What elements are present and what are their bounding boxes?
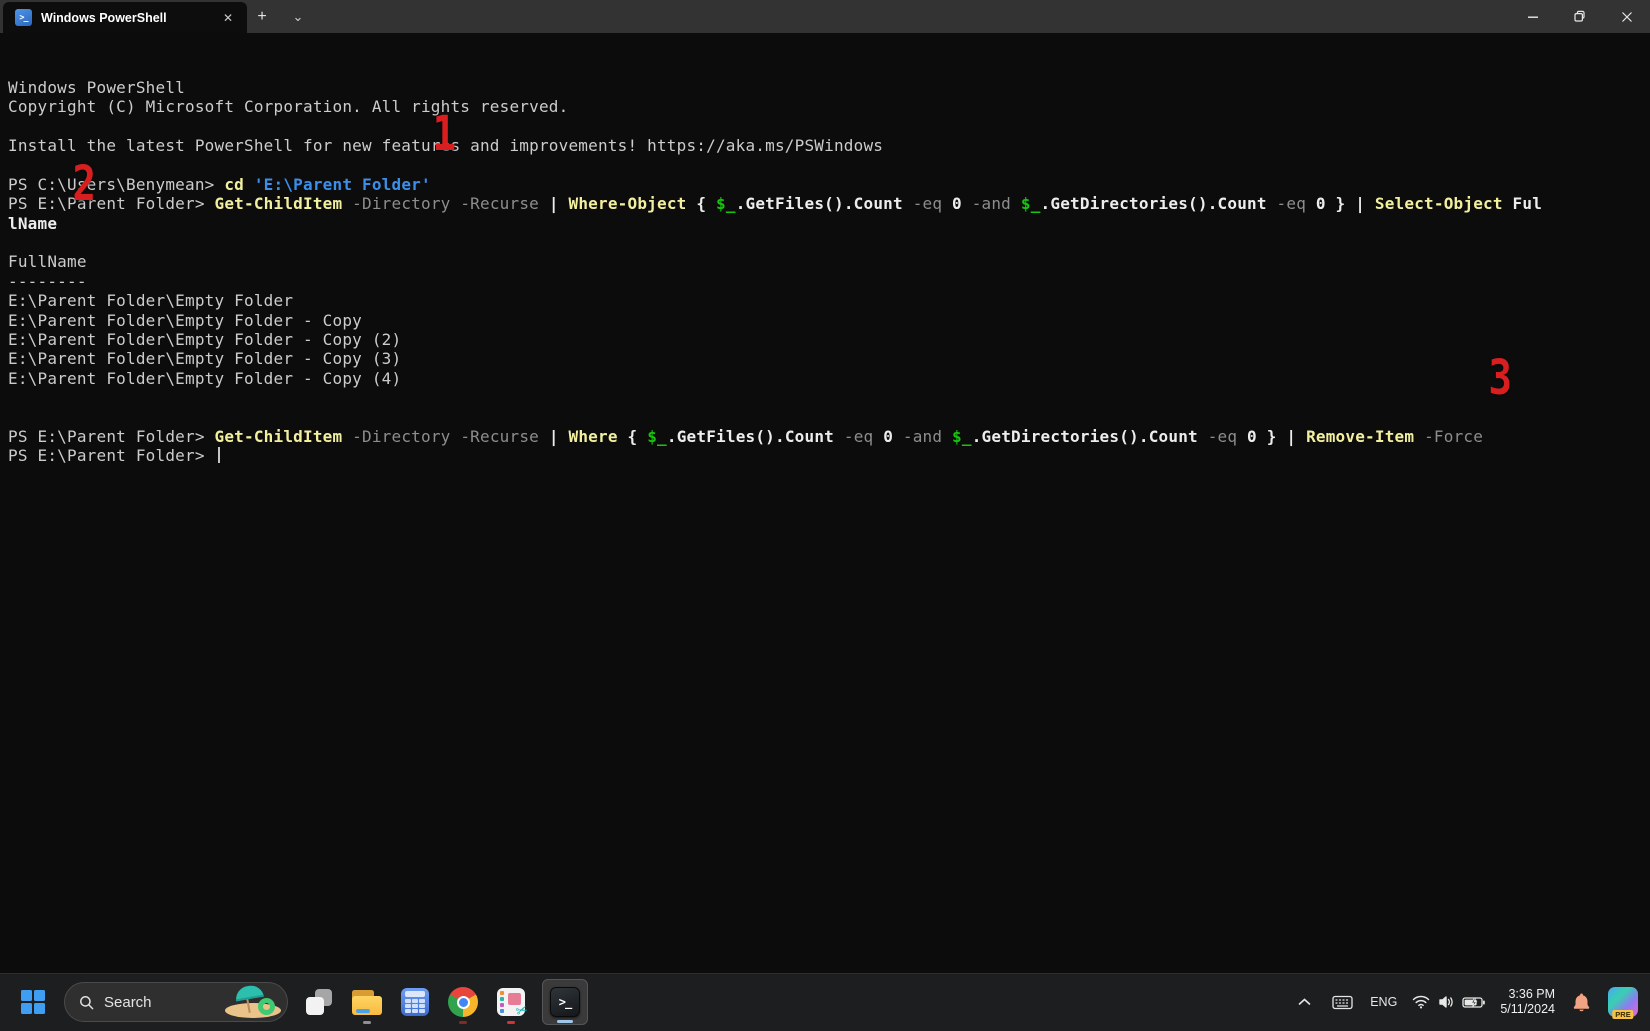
search-icon xyxy=(80,995,94,1009)
terminal-line: E:\Parent Folder\Empty Folder xyxy=(8,291,294,311)
system-tray: ENG 3:36 PM 5/11/2024 PRE xyxy=(1294,987,1638,1019)
terminal-line: -------- xyxy=(8,271,87,291)
tab-title: Windows PowerShell xyxy=(41,10,167,25)
minimize-button[interactable] xyxy=(1509,0,1556,33)
speaker-icon xyxy=(1439,996,1454,1008)
touch-keyboard-icon[interactable] xyxy=(1328,991,1357,1014)
video-editor-icon: ✂ xyxy=(497,988,530,1020)
terminal-icon: >_ xyxy=(550,987,580,1017)
clipchamp-button[interactable]: ✂ xyxy=(494,979,530,1025)
start-button[interactable] xyxy=(16,979,50,1025)
terminal-line: Install the latest PowerShell for new fe… xyxy=(8,135,884,155)
terminal-line: E:\Parent Folder\Empty Folder - Copy (3) xyxy=(8,349,402,369)
clock-date: 5/11/2024 xyxy=(1500,1002,1555,1016)
terminal-cursor xyxy=(217,447,220,464)
windows-logo-icon xyxy=(21,990,45,1014)
clock-time: 3:36 PM xyxy=(1508,987,1555,1001)
chrome-button[interactable] xyxy=(446,979,480,1025)
tab-windows-powershell[interactable]: >_ Windows PowerShell ✕ xyxy=(3,2,247,33)
scissors-icon: ✂ xyxy=(513,1000,531,1020)
tab-close-icon[interactable]: ✕ xyxy=(217,7,239,29)
windows-terminal-button[interactable]: >_ xyxy=(542,979,588,1025)
copilot-icon[interactable]: PRE xyxy=(1608,987,1638,1019)
calculator-icon xyxy=(401,988,429,1016)
annotation-number-1: 1 xyxy=(432,106,456,162)
running-indicator xyxy=(459,1021,467,1024)
terminal-line: PS E:\Parent Folder> Get-ChildItem -Dire… xyxy=(8,426,1484,446)
desktop-screen: >_ Windows PowerShell ✕ + ⌄ Windows Powe… xyxy=(0,0,1650,1031)
new-tab-button[interactable]: + xyxy=(247,0,277,33)
terminal-line: FullName xyxy=(8,252,87,272)
close-button[interactable] xyxy=(1603,0,1650,33)
taskbar: Search ✂ >_ ENG 3:36 PM 5/11/2024 PRE xyxy=(0,973,1650,1031)
file-explorer-icon xyxy=(352,989,382,1015)
running-indicator xyxy=(363,1021,371,1024)
tab-dropdown-button[interactable]: ⌄ xyxy=(283,0,313,33)
powershell-tab-icon: >_ xyxy=(15,9,32,26)
taskbar-left-group: Search ✂ >_ xyxy=(16,979,588,1025)
terminal-line: Windows PowerShell xyxy=(8,77,185,97)
calculator-button[interactable] xyxy=(398,979,432,1025)
copilot-pre-badge: PRE xyxy=(1612,1010,1634,1019)
chrome-icon xyxy=(448,987,478,1017)
window-titlebar: >_ Windows PowerShell ✕ + ⌄ xyxy=(0,0,1650,33)
task-view-button[interactable] xyxy=(302,979,336,1025)
annotation-number-2: 2 xyxy=(72,156,96,212)
notification-bell-icon[interactable] xyxy=(1568,988,1595,1016)
terminal-line: E:\Parent Folder\Empty Folder - Copy (2) xyxy=(8,329,402,349)
window-controls xyxy=(1509,0,1650,33)
active-app-indicator xyxy=(557,1020,573,1023)
terminal-line: Copyright (C) Microsoft Corporation. All… xyxy=(8,97,569,117)
battery-charging-icon xyxy=(1462,996,1486,1008)
file-explorer-button[interactable] xyxy=(350,979,384,1025)
search-box[interactable]: Search xyxy=(64,982,288,1022)
terminal-line: E:\Parent Folder\Empty Folder - Copy xyxy=(8,310,362,330)
search-label: Search xyxy=(104,993,152,1011)
terminal-line: PS C:\Users\Benymean> cd 'E:\Parent Fold… xyxy=(8,174,431,194)
terminal-line: lName xyxy=(8,213,58,233)
search-seasonal-beach-art xyxy=(221,983,283,1019)
terminal-lines: Windows PowerShell Copyright (C) Microsof… xyxy=(8,78,1650,466)
running-indicator xyxy=(507,1021,515,1024)
language-indicator[interactable]: ENG xyxy=(1370,995,1397,1009)
network-volume-battery-group[interactable] xyxy=(1410,991,1487,1013)
clock[interactable]: 3:36 PM 5/11/2024 xyxy=(1500,987,1555,1017)
terminal-viewport[interactable]: Windows PowerShell Copyright (C) Microsof… xyxy=(0,33,1650,973)
annotation-number-3: 3 xyxy=(1488,350,1512,406)
task-view-icon xyxy=(306,989,332,1015)
restore-button[interactable] xyxy=(1556,0,1603,33)
tray-chevron-up-icon[interactable] xyxy=(1294,994,1315,1010)
terminal-line: PS E:\Parent Folder> Get-ChildItem -Dire… xyxy=(8,194,1543,214)
terminal-line: E:\Parent Folder\Empty Folder - Copy (4) xyxy=(8,368,402,388)
wifi-icon xyxy=(1413,995,1430,1009)
terminal-line: PS E:\Parent Folder> xyxy=(8,446,1650,465)
